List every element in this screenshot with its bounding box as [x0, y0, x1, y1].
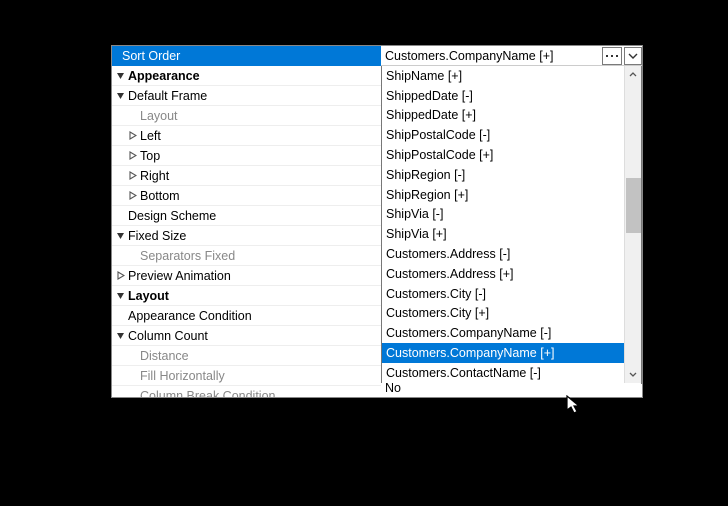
- property-label: Right: [140, 169, 381, 183]
- property-row[interactable]: Column Break Condition: [112, 386, 381, 398]
- expand-glyph[interactable]: [112, 331, 128, 340]
- property-label: Separators Fixed: [140, 249, 381, 263]
- property-label: Layout: [128, 289, 381, 303]
- property-row[interactable]: Column Count: [112, 326, 381, 346]
- expand-glyph[interactable]: [112, 91, 128, 100]
- property-header-label: Sort Order: [122, 49, 180, 63]
- property-label: Top: [140, 149, 381, 163]
- ellipsis-icon: [605, 51, 619, 61]
- expand-glyph[interactable]: [112, 291, 128, 300]
- expand-glyph[interactable]: [124, 131, 140, 140]
- expand-glyph[interactable]: [112, 271, 128, 280]
- property-label: Default Frame: [128, 89, 381, 103]
- dropdown-item[interactable]: ShipVia [+]: [382, 224, 626, 244]
- dropdown-item[interactable]: Customers.City [-]: [382, 284, 626, 304]
- sort-order-dropdown: ShipName [+]ShippedDate [-]ShippedDate […: [381, 66, 642, 384]
- value-header-text: Customers.CompanyName [+]: [381, 49, 602, 63]
- property-row[interactable]: Appearance: [112, 66, 381, 86]
- scroll-up-button[interactable]: [625, 66, 641, 83]
- property-row[interactable]: Top: [112, 146, 381, 166]
- dropdown-item[interactable]: ShippedDate [-]: [382, 86, 626, 106]
- property-row[interactable]: Bottom: [112, 186, 381, 206]
- dropdown-item[interactable]: ShipPostalCode [+]: [382, 145, 626, 165]
- property-row[interactable]: Design Scheme: [112, 206, 381, 226]
- property-label: Appearance: [128, 69, 381, 83]
- dropdown-item[interactable]: Customers.Address [+]: [382, 264, 626, 284]
- property-row[interactable]: Preview Animation: [112, 266, 381, 286]
- expand-glyph[interactable]: [112, 71, 128, 80]
- property-label: Column Break Condition: [140, 389, 381, 399]
- expand-glyph[interactable]: [112, 231, 128, 240]
- dropdown-toggle-button[interactable]: [624, 47, 642, 65]
- canvas: Sort Order Appearance Default Frame Layout…: [0, 0, 728, 506]
- ellipsis-button[interactable]: [602, 47, 622, 65]
- property-label: Column Count: [128, 329, 381, 343]
- dropdown-item[interactable]: ShipName [+]: [382, 66, 626, 86]
- value-header-cell[interactable]: Customers.CompanyName [+]: [381, 46, 642, 66]
- mouse-cursor-icon: [565, 395, 585, 415]
- dropdown-item[interactable]: Customers.CompanyName [+]: [382, 343, 626, 363]
- property-label: Bottom: [140, 189, 381, 203]
- dropdown-item[interactable]: Customers.ContactName [-]: [382, 363, 626, 383]
- property-row[interactable]: Appearance Condition: [112, 306, 381, 326]
- property-row[interactable]: Default Frame: [112, 86, 381, 106]
- property-row[interactable]: Layout: [112, 286, 381, 306]
- dropdown-scrollbar[interactable]: [624, 66, 641, 383]
- property-tree: Sort Order Appearance Default Frame Layout…: [112, 46, 381, 397]
- property-label: Distance: [140, 349, 381, 363]
- chevron-down-icon: [629, 372, 637, 377]
- property-label: Left: [140, 129, 381, 143]
- dropdown-item[interactable]: Customers.City [+]: [382, 304, 626, 324]
- property-row[interactable]: Fill Horizontally: [112, 366, 381, 386]
- dropdown-item[interactable]: Customers.Address [-]: [382, 244, 626, 264]
- expand-glyph[interactable]: [124, 191, 140, 200]
- property-row[interactable]: Right: [112, 166, 381, 186]
- dropdown-item[interactable]: ShipRegion [+]: [382, 185, 626, 205]
- dropdown-item[interactable]: ShipPostalCode [-]: [382, 125, 626, 145]
- dropdown-item[interactable]: ShipVia [-]: [382, 205, 626, 225]
- expand-glyph[interactable]: [124, 171, 140, 180]
- property-label: Design Scheme: [128, 209, 381, 223]
- chevron-down-icon: [628, 53, 638, 59]
- property-row[interactable]: Separators Fixed: [112, 246, 381, 266]
- dropdown-item[interactable]: ShipRegion [-]: [382, 165, 626, 185]
- expand-glyph[interactable]: [124, 151, 140, 160]
- property-row[interactable]: Distance: [112, 346, 381, 366]
- scroll-track[interactable]: [625, 83, 641, 366]
- property-label: Fixed Size: [128, 229, 381, 243]
- scroll-down-button[interactable]: [625, 366, 641, 383]
- property-label: Preview Animation: [128, 269, 381, 283]
- property-label: Appearance Condition: [128, 309, 381, 323]
- dropdown-item[interactable]: Customers.CompanyName [-]: [382, 323, 626, 343]
- property-grid-panel: Sort Order Appearance Default Frame Layout…: [111, 45, 643, 398]
- property-label: Fill Horizontally: [140, 369, 381, 383]
- property-row[interactable]: Layout: [112, 106, 381, 126]
- column-break-condition-value-text: No: [385, 383, 401, 395]
- property-row[interactable]: Fixed Size: [112, 226, 381, 246]
- chevron-up-icon: [629, 72, 637, 77]
- dropdown-item[interactable]: ShippedDate [+]: [382, 106, 626, 126]
- property-label: Layout: [140, 109, 381, 123]
- column-break-condition-value: No: [381, 383, 641, 397]
- property-row[interactable]: Left: [112, 126, 381, 146]
- scroll-thumb[interactable]: [626, 178, 641, 233]
- dropdown-viewport: ShipName [+]ShippedDate [-]ShippedDate […: [382, 66, 626, 383]
- property-header-row[interactable]: Sort Order: [112, 46, 381, 66]
